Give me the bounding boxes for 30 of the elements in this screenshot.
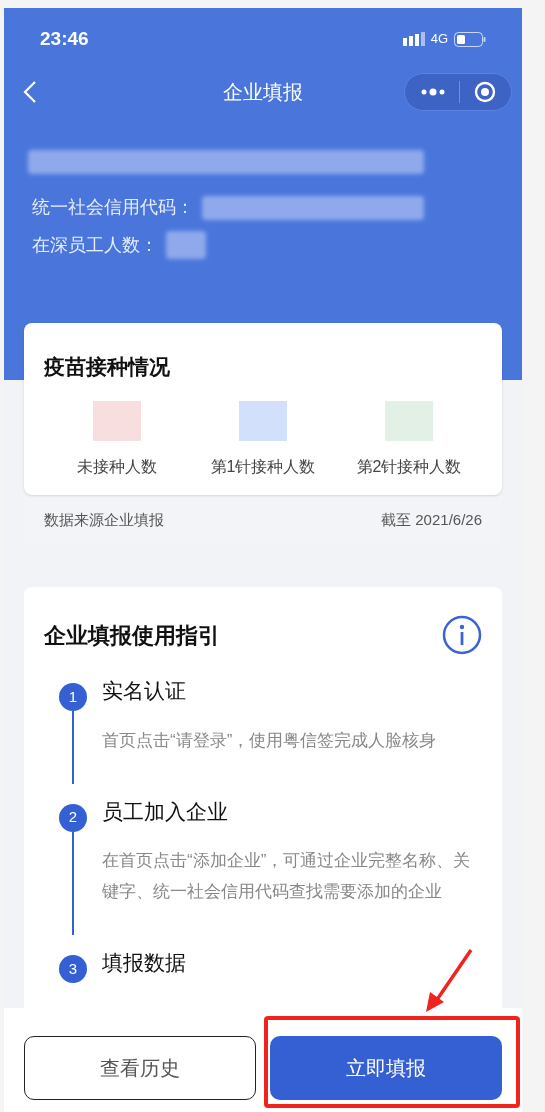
step-number: 3 [59, 955, 87, 983]
back-icon[interactable] [22, 80, 38, 104]
step-description: 首页点击“请登录”，使用粤信签完成人脸核身 [102, 729, 438, 752]
step-title: 员工加入企业 [102, 798, 229, 825]
status-time: 23:46 [40, 26, 89, 51]
field-label: 统一社会信用代码： [32, 196, 194, 219]
blurred-redaction [166, 231, 206, 259]
page-title: 企业填报 [223, 80, 303, 105]
field-label: 在深员工人数： [32, 233, 158, 257]
network-label: 4G [430, 30, 448, 49]
annotation-arrow [424, 948, 474, 1014]
step-title: 实名认证 [102, 678, 187, 704]
card-title: 疫苗接种情况 [44, 354, 170, 380]
close-icon[interactable] [474, 81, 496, 103]
stat-label: 未接种人数 [77, 456, 157, 477]
battery-icon [454, 31, 486, 47]
step-title: 填报数据 [102, 950, 187, 976]
as-of-date: 截至 2021/6/26 [381, 509, 482, 530]
stat-label: 第1针接种人数 [210, 456, 316, 477]
signal-icon [402, 32, 425, 46]
history-button[interactable]: 查看历史 [24, 1036, 256, 1100]
data-source: 数据来源企业填报 [44, 509, 164, 530]
step-number: 2 [59, 803, 87, 832]
step-description: 在首页点击“添加企业”，可通过企业完整名称、关键字、统一社会信用代码查找需要添加的企业 [102, 850, 472, 903]
more-icon[interactable] [421, 88, 445, 96]
stat-label: 第2针接种人数 [356, 456, 462, 477]
submit-button[interactable]: 立即填报 [270, 1036, 502, 1100]
step-number: 1 [59, 683, 87, 711]
info-icon[interactable] [442, 615, 482, 655]
card-title: 企业填报使用指引 [44, 621, 220, 650]
